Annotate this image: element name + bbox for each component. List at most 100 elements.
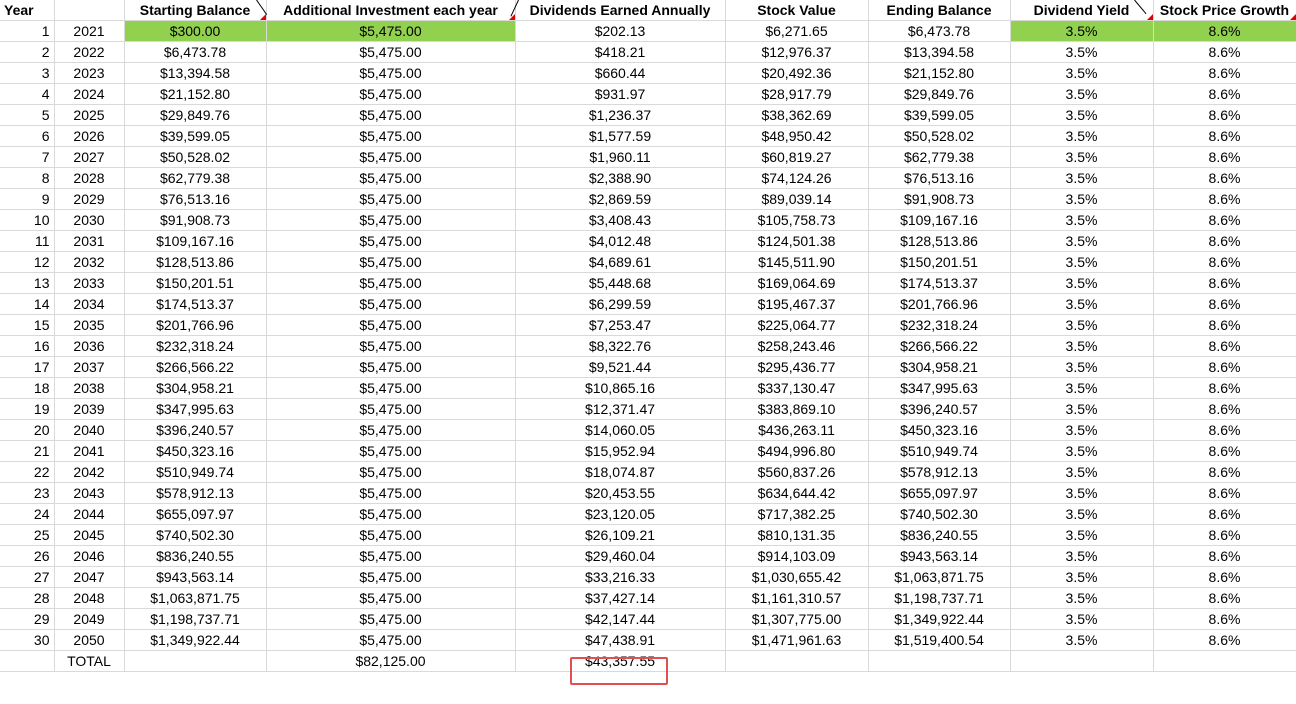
dividends-earned-cell[interactable]: $29,460.04 <box>515 545 726 567</box>
stock-value-cell[interactable]: $383,869.10 <box>725 398 869 420</box>
stock-price-growth-cell[interactable]: 8.6% <box>1153 293 1296 315</box>
year-cell[interactable]: 2042 <box>54 461 125 483</box>
header-starting-balance[interactable]: Starting Balance <box>124 0 267 21</box>
dividend-yield-cell[interactable]: 3.5% <box>1010 41 1154 63</box>
stock-value-cell[interactable]: $145,511.90 <box>725 251 869 273</box>
ending-balance-cell[interactable]: $91,908.73 <box>868 188 1011 210</box>
year-cell[interactable]: 2029 <box>54 188 125 210</box>
stock-price-growth-cell[interactable]: 8.6% <box>1153 629 1296 651</box>
stock-price-growth-cell[interactable]: 8.6% <box>1153 461 1296 483</box>
stock-price-growth-cell[interactable]: 8.6% <box>1153 230 1296 252</box>
row-index-cell[interactable]: 3 <box>0 62 55 84</box>
starting-balance-cell[interactable]: $174,513.37 <box>124 293 267 315</box>
starting-balance-cell[interactable]: $1,349,922.44 <box>124 629 267 651</box>
row-index-cell[interactable]: 4 <box>0 83 55 105</box>
row-index-cell[interactable]: 29 <box>0 608 55 630</box>
starting-balance-cell[interactable]: $300.00 <box>124 20 267 42</box>
additional-investment-cell[interactable]: $5,475.00 <box>266 125 516 147</box>
year-cell[interactable]: 2045 <box>54 524 125 546</box>
stock-value-cell[interactable]: $12,976.37 <box>725 41 869 63</box>
dividends-earned-cell[interactable]: $8,322.76 <box>515 335 726 357</box>
stock-price-growth-cell[interactable]: 8.6% <box>1153 356 1296 378</box>
dividends-earned-cell[interactable]: $26,109.21 <box>515 524 726 546</box>
dividends-earned-cell[interactable]: $1,577.59 <box>515 125 726 147</box>
ending-balance-cell[interactable]: $29,849.76 <box>868 83 1011 105</box>
dividend-yield-cell[interactable]: 3.5% <box>1010 629 1154 651</box>
additional-investment-cell[interactable]: $5,475.00 <box>266 104 516 126</box>
additional-investment-cell[interactable]: $5,475.00 <box>266 482 516 504</box>
stock-value-cell[interactable]: $295,436.77 <box>725 356 869 378</box>
starting-balance-cell[interactable]: $6,473.78 <box>124 41 267 63</box>
dividends-earned-cell[interactable]: $931.97 <box>515 83 726 105</box>
stock-price-growth-cell[interactable]: 8.6% <box>1153 608 1296 630</box>
year-cell[interactable]: 2031 <box>54 230 125 252</box>
ending-balance-cell[interactable]: $740,502.30 <box>868 503 1011 525</box>
stock-price-growth-cell[interactable]: 8.6% <box>1153 20 1296 42</box>
ending-balance-cell[interactable]: $450,323.16 <box>868 419 1011 441</box>
additional-investment-cell[interactable]: $5,475.00 <box>266 587 516 609</box>
additional-investment-cell[interactable]: $5,475.00 <box>266 209 516 231</box>
additional-investment-cell[interactable]: $5,475.00 <box>266 566 516 588</box>
stock-value-cell[interactable]: $717,382.25 <box>725 503 869 525</box>
stock-value-cell[interactable]: $60,819.27 <box>725 146 869 168</box>
dividends-earned-cell[interactable]: $7,253.47 <box>515 314 726 336</box>
starting-balance-cell[interactable]: $347,995.63 <box>124 398 267 420</box>
stock-price-growth-cell[interactable]: 8.6% <box>1153 314 1296 336</box>
stock-value-cell[interactable]: $48,950.42 <box>725 125 869 147</box>
ending-balance-cell[interactable]: $1,519,400.54 <box>868 629 1011 651</box>
year-cell[interactable]: 2025 <box>54 104 125 126</box>
dividends-earned-cell[interactable]: $660.44 <box>515 62 726 84</box>
row-index-cell[interactable]: 27 <box>0 566 55 588</box>
dividend-yield-cell[interactable]: 3.5% <box>1010 335 1154 357</box>
year-cell[interactable]: 2043 <box>54 482 125 504</box>
row-index-cell[interactable]: 7 <box>0 146 55 168</box>
row-index-cell[interactable]: 22 <box>0 461 55 483</box>
header-additional-investment[interactable]: Additional Investment each year <box>266 0 516 21</box>
dividend-yield-cell[interactable]: 3.5% <box>1010 566 1154 588</box>
stock-value-cell[interactable]: $38,362.69 <box>725 104 869 126</box>
stock-value-cell[interactable]: $20,492.36 <box>725 62 869 84</box>
stock-price-growth-cell[interactable]: 8.6% <box>1153 62 1296 84</box>
stock-price-growth-cell[interactable]: 8.6% <box>1153 440 1296 462</box>
row-index-cell[interactable]: 23 <box>0 482 55 504</box>
year-cell[interactable]: 2033 <box>54 272 125 294</box>
dividend-yield-cell[interactable]: 3.5% <box>1010 587 1154 609</box>
stock-price-growth-cell[interactable]: 8.6% <box>1153 251 1296 273</box>
starting-balance-cell[interactable]: $39,599.05 <box>124 125 267 147</box>
ending-balance-cell[interactable]: $50,528.02 <box>868 125 1011 147</box>
row-index-cell[interactable]: 18 <box>0 377 55 399</box>
year-cell[interactable]: 2036 <box>54 335 125 357</box>
dividend-yield-cell[interactable]: 3.5% <box>1010 146 1154 168</box>
row-index-cell[interactable]: 16 <box>0 335 55 357</box>
dividend-yield-cell[interactable]: 3.5% <box>1010 62 1154 84</box>
header-dividend-yield[interactable]: Dividend Yield <box>1010 0 1154 21</box>
dividends-earned-cell[interactable]: $9,521.44 <box>515 356 726 378</box>
dividend-yield-cell[interactable]: 3.5% <box>1010 167 1154 189</box>
row-index-cell[interactable]: 5 <box>0 104 55 126</box>
year-cell[interactable]: 2022 <box>54 41 125 63</box>
starting-balance-cell[interactable]: $201,766.96 <box>124 314 267 336</box>
starting-balance-cell[interactable]: $304,958.21 <box>124 377 267 399</box>
year-cell[interactable]: 2040 <box>54 419 125 441</box>
starting-balance-cell[interactable]: $578,912.13 <box>124 482 267 504</box>
stock-price-growth-cell[interactable]: 8.6% <box>1153 272 1296 294</box>
starting-balance-cell[interactable]: $150,201.51 <box>124 272 267 294</box>
year-cell[interactable]: 2037 <box>54 356 125 378</box>
stock-value-cell[interactable]: $436,263.11 <box>725 419 869 441</box>
stock-price-growth-cell[interactable]: 8.6% <box>1153 41 1296 63</box>
year-cell[interactable]: 2050 <box>54 629 125 651</box>
ending-balance-cell[interactable]: $232,318.24 <box>868 314 1011 336</box>
stock-value-cell[interactable]: $914,103.09 <box>725 545 869 567</box>
starting-balance-cell[interactable]: $943,563.14 <box>124 566 267 588</box>
ending-balance-cell[interactable]: $836,240.55 <box>868 524 1011 546</box>
stock-price-growth-cell[interactable]: 8.6% <box>1153 188 1296 210</box>
row-index-cell[interactable]: 14 <box>0 293 55 315</box>
dividend-yield-cell[interactable]: 3.5% <box>1010 272 1154 294</box>
dividend-yield-cell[interactable]: 3.5% <box>1010 461 1154 483</box>
ending-balance-cell[interactable]: $578,912.13 <box>868 461 1011 483</box>
dividends-earned-cell[interactable]: $3,408.43 <box>515 209 726 231</box>
starting-balance-cell[interactable]: $1,198,737.71 <box>124 608 267 630</box>
starting-balance-cell[interactable]: $510,949.74 <box>124 461 267 483</box>
dividends-earned-cell[interactable]: $12,371.47 <box>515 398 726 420</box>
stock-price-growth-cell[interactable]: 8.6% <box>1153 125 1296 147</box>
